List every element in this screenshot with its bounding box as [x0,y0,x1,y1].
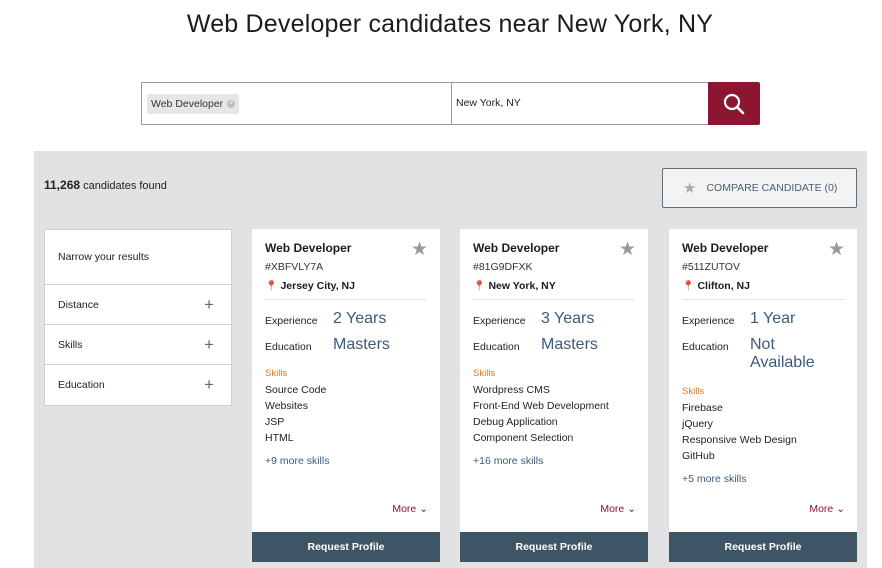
education-value: Masters [541,336,598,353]
more-label: More [392,503,417,515]
map-pin-icon: 📍 [265,281,278,292]
more-skills-link[interactable]: +5 more skills [682,473,844,485]
candidate-title: Web Developer [265,241,352,255]
experience-value: 3 Years [541,310,595,327]
skill-item: Wordpress CMS [473,384,550,396]
location-text: New York, NY [488,280,556,292]
skill-item: Firebase [682,402,723,414]
filter-education[interactable]: Education + [45,365,231,405]
plus-icon: + [204,334,214,354]
location-input[interactable]: New York, NY [451,82,709,125]
candidate-id: #81G9DFXK [473,261,533,273]
filter-label: Education [58,379,105,391]
skill-item: Front-End Web Development [473,400,609,412]
candidate-title: Web Developer [682,241,769,255]
candidate-id: #511ZUTOV [682,261,740,273]
location-text: Jersey City, NJ [280,280,355,292]
more-skills-link[interactable]: +9 more skills [265,455,427,467]
skill-item: HTML [265,432,294,444]
skills-label: Skills [682,386,705,397]
candidate-card: ★ Web Developer #81G9DFXK 📍 New York, NY … [460,229,648,562]
education-label: Education [682,341,729,353]
results-panel: 11,268 candidates found ★ COMPARE CANDID… [34,151,867,568]
chevron-down-icon: ⌄ [419,503,428,515]
favorite-star-icon[interactable]: ★ [619,238,636,261]
request-profile-button[interactable]: Request Profile [460,532,648,562]
location-text: Clifton, NJ [697,280,750,292]
candidate-card: ★ Web Developer #XBFVLY7A 📍 Jersey City, … [252,229,440,562]
skill-item: Debug Application [473,416,558,428]
experience-value: 2 Years [333,310,387,327]
candidate-location: 📍 New York, NY [473,280,635,292]
remove-chip-icon[interactable]: × [227,100,236,109]
result-count-label: candidates found [83,180,167,192]
experience-label: Experience [265,315,318,327]
filter-label: Skills [58,338,83,351]
skill-item: jQuery [682,418,713,430]
more-link[interactable]: More ⌄ [809,503,845,515]
skill-item: JSP [265,416,285,428]
more-link[interactable]: More ⌄ [600,503,636,515]
plus-icon: + [204,375,214,394]
request-profile-button[interactable]: Request Profile [252,532,440,562]
experience-label: Experience [473,315,526,327]
skill-item: GitHub [682,450,715,462]
favorite-star-icon[interactable]: ★ [411,238,428,261]
compare-label: COMPARE CANDIDATE (0) [706,182,838,194]
keyword-input[interactable]: Web Developer × [141,82,451,125]
more-label: More [809,503,834,515]
candidate-location: 📍 Jersey City, NJ [265,280,427,292]
education-value: Not Available [750,336,815,371]
candidate-id: #XBFVLY7A [265,261,324,273]
favorite-star-icon[interactable]: ★ [828,238,845,261]
skill-item: Websites [265,400,308,412]
plus-icon: + [204,294,214,314]
more-skills-link[interactable]: +16 more skills [473,455,635,467]
skills-label: Skills [265,368,288,379]
result-count-number: 11,268 [44,178,81,192]
more-label: More [600,503,625,515]
more-link[interactable]: More ⌄ [392,503,428,515]
search-bar: Web Developer × New York, NY [141,82,760,125]
request-profile-button[interactable]: Request Profile [669,532,857,562]
experience-label: Experience [682,315,735,327]
education-value: Masters [333,336,390,353]
filter-distance[interactable]: Distance + [45,285,231,325]
search-button[interactable] [708,82,760,125]
skill-item: Responsive Web Design [682,434,797,446]
chevron-down-icon: ⌄ [627,503,636,515]
filters-panel: Narrow your results Distance + Skills + Ed… [44,229,232,406]
search-icon [723,93,745,114]
filter-skills[interactable]: Skills + [45,325,231,365]
keyword-chip-label: Web Developer [151,98,224,110]
map-pin-icon: 📍 [682,281,695,292]
filter-label: Distance [58,298,99,311]
map-pin-icon: 📍 [473,281,486,292]
candidate-card: ★ Web Developer #511ZUTOV 📍 Clifton, NJ E… [669,229,857,562]
education-label: Education [265,341,312,353]
skill-item: Component Selection [473,432,574,444]
candidate-title: Web Developer [473,241,560,255]
skill-item: Source Code [265,384,327,396]
keyword-chip[interactable]: Web Developer × [147,94,240,114]
result-count: 11,268 candidates found [44,178,167,192]
page-title: Web Developer candidates near New York, … [186,10,714,38]
skills-label: Skills [473,368,496,379]
chevron-down-icon: ⌄ [836,503,845,515]
candidate-location: 📍 Clifton, NJ [682,280,844,292]
filters-header: Narrow your results [45,230,231,285]
compare-candidate-button[interactable]: ★ COMPARE CANDIDATE (0) [662,168,857,208]
experience-value: 1 Year [750,310,796,327]
star-icon: ★ [683,180,697,197]
education-label: Education [473,341,520,353]
